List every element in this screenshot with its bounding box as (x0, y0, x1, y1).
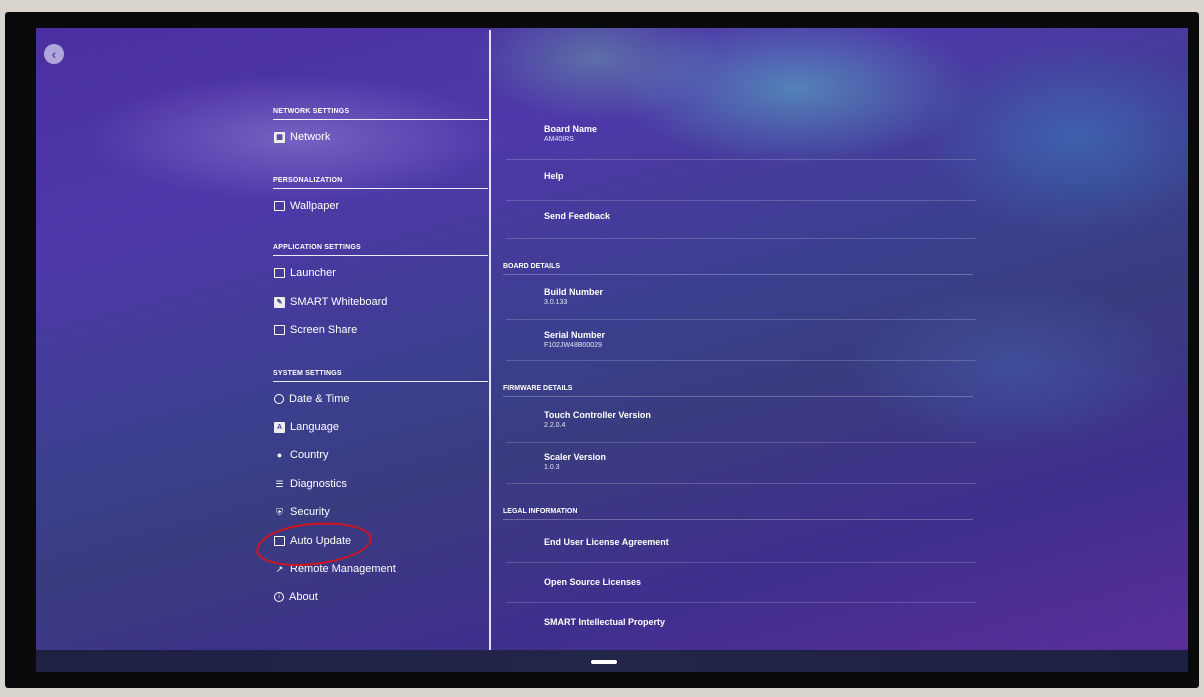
menu-item-smart-whiteboard[interactable]: ✎ SMART Whiteboard (274, 292, 484, 312)
menu-item-label: Country (290, 449, 329, 461)
smart-ip-row[interactable]: SMART Intellectual Property (506, 603, 976, 639)
clock-icon (274, 394, 284, 404)
home-indicator[interactable] (591, 660, 617, 664)
section-system-settings: SYSTEM SETTINGS (273, 370, 488, 382)
menu-item-label: Security (290, 506, 330, 518)
help-row[interactable]: Help (506, 160, 976, 201)
chevron-left-icon[interactable]: ‹ (44, 44, 64, 64)
launcher-icon (274, 268, 285, 278)
row-value: F102JW48B00029 (544, 342, 602, 349)
menu-item-network[interactable]: ▦ Network (274, 127, 484, 147)
open-source-licenses-row[interactable]: Open Source Licenses (506, 563, 976, 603)
menu-item-label: Diagnostics (290, 478, 347, 490)
menu-item-label: Screen Share (290, 324, 358, 336)
menu-item-security[interactable]: ⛨ Security (274, 502, 484, 522)
location-pin-icon: ● (276, 450, 283, 460)
section-network-settings: NETWORK SETTINGS (273, 108, 488, 120)
serial-number-row[interactable]: Serial Number F102JW48B00029 (506, 320, 976, 361)
menu-item-language[interactable]: A Language (274, 417, 484, 437)
row-title: Send Feedback (544, 211, 611, 221)
eula-row[interactable]: End User License Agreement (506, 523, 976, 563)
row-title: Build Number (544, 287, 604, 297)
wallpaper-icon (274, 201, 285, 211)
row-title: Open Source Licenses (544, 577, 642, 587)
row-title: Touch Controller Version (544, 410, 651, 420)
network-icon: ▦ (274, 131, 285, 143)
row-title: Board Name (544, 124, 598, 134)
section-personalization: PERSONALIZATION (273, 177, 488, 189)
row-title: End User License Agreement (544, 537, 669, 547)
send-feedback-row[interactable]: Send Feedback (506, 201, 976, 239)
menu-item-wallpaper[interactable]: Wallpaper (274, 196, 484, 216)
language-icon: A (274, 421, 285, 433)
section-application-settings: APPLICATION SETTINGS (273, 244, 488, 256)
section-board-details: BOARD DETAILS (503, 263, 973, 275)
section-legal-information: LEGAL INFORMATION (503, 508, 973, 520)
menu-item-label: SMART Whiteboard (290, 296, 388, 308)
section-firmware-details: FIRMWARE DETAILS (503, 385, 973, 397)
row-title: Serial Number (544, 330, 606, 340)
row-value: 1.0.3 (544, 464, 560, 471)
row-title: Scaler Version (544, 452, 607, 462)
row-title: SMART Intellectual Property (544, 617, 666, 627)
menu-item-diagnostics[interactable]: ☰ Diagnostics (274, 474, 484, 494)
menu-item-label: About (289, 591, 318, 603)
cast-icon (274, 325, 285, 335)
menu-item-label: Network (290, 131, 331, 143)
row-value: AM40IRS (544, 136, 574, 143)
row-value: 3.0.133 (544, 299, 568, 306)
menu-item-launcher[interactable]: Launcher (274, 263, 484, 283)
scaler-version-row[interactable]: Scaler Version 1.0.3 (506, 443, 976, 484)
menu-item-screen-share[interactable]: Screen Share (274, 320, 484, 340)
shield-icon: ⛨ (276, 506, 283, 517)
row-value: 2.2.0.4 (544, 422, 566, 429)
panel-divider (489, 30, 491, 650)
touch-controller-version-row[interactable]: Touch Controller Version 2.2.0.4 (506, 400, 976, 443)
board-name-row[interactable]: Board Name AM40IRS (506, 116, 976, 160)
menu-item-label: Date & Time (289, 393, 350, 405)
menu-item-country[interactable]: ● Country (274, 445, 484, 465)
row-title: Help (544, 171, 564, 181)
menu-item-about[interactable]: i About (274, 587, 484, 607)
menu-item-date-time[interactable]: Date & Time (274, 389, 484, 409)
menu-item-label: Launcher (290, 267, 336, 279)
list-icon: ☰ (275, 478, 284, 489)
menu-item-label: Wallpaper (290, 200, 340, 212)
whiteboard-icon: ✎ (274, 296, 285, 308)
menu-item-label: Language (290, 421, 339, 433)
build-number-row[interactable]: Build Number 3.0.133 (506, 278, 976, 320)
info-icon: i (274, 592, 284, 602)
